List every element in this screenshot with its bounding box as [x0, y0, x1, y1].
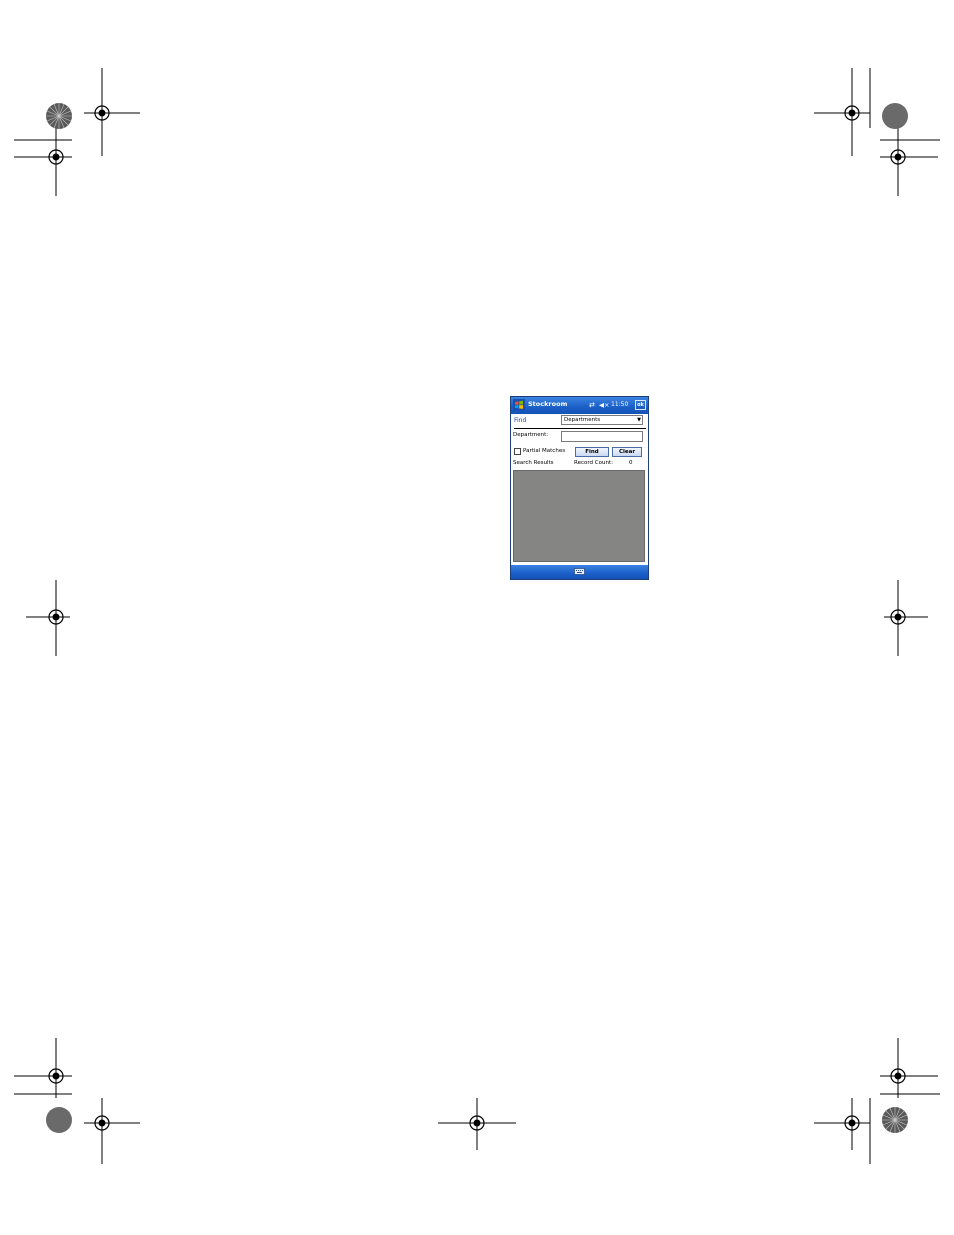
find-menu-label[interactable]: Find — [514, 417, 526, 424]
volume-muted-icon[interactable]: ◀× — [599, 400, 609, 410]
find-button[interactable]: Find — [575, 447, 609, 457]
department-label: Department: — [513, 432, 549, 438]
registration-mark-bottom-right-a — [814, 1098, 871, 1164]
stockroom-screen: Stockroom ⇄ ◀× 11:50 ok Find Departments… — [510, 396, 649, 580]
department-input[interactable] — [561, 431, 643, 442]
menu-bar — [511, 565, 648, 579]
record-count-label: Record Count: — [574, 460, 613, 466]
registration-mark-top-left-b — [14, 120, 72, 196]
gray-target-bottom-left — [46, 1107, 72, 1133]
registration-mark-bottom-left-b — [84, 1098, 140, 1164]
windows-flag-icon[interactable] — [513, 399, 525, 411]
ok-button[interactable]: ok — [635, 400, 646, 410]
registration-mark-top-left-a — [84, 68, 140, 156]
gray-target-top-right — [882, 103, 908, 129]
clear-button[interactable]: Clear — [612, 447, 642, 457]
registration-mark-top-right-b — [880, 120, 940, 196]
partial-matches-checkbox[interactable] — [514, 448, 521, 455]
separator — [514, 428, 646, 429]
registration-mark-bottom-left-a — [14, 1038, 72, 1098]
registration-mark-top-right-a — [814, 68, 871, 156]
star-target-bottom-right — [882, 1107, 908, 1133]
app-title: Stockroom — [528, 400, 568, 408]
connectivity-icon[interactable]: ⇄ — [589, 400, 595, 410]
search-results-list[interactable] — [513, 470, 645, 562]
star-target-top-left — [46, 103, 72, 129]
registration-mark-bottom-right-b — [880, 1038, 940, 1098]
registration-mark-mid-left — [26, 580, 70, 656]
partial-matches-label[interactable]: Partial Matches — [523, 448, 565, 454]
find-category-select[interactable]: Departments ▼ — [561, 415, 643, 425]
record-count-value: 0 — [629, 460, 633, 466]
keyboard-icon[interactable] — [574, 568, 585, 575]
title-bar: Stockroom ⇄ ◀× 11:50 ok — [511, 397, 648, 414]
registration-mark-bottom-center — [438, 1098, 516, 1150]
find-category-selected: Departments — [564, 417, 601, 423]
chevron-down-icon[interactable]: ▼ — [637, 417, 641, 424]
clock[interactable]: 11:50 — [611, 401, 628, 408]
registration-mark-mid-right — [884, 580, 928, 656]
search-results-label: Search Results — [513, 460, 554, 466]
